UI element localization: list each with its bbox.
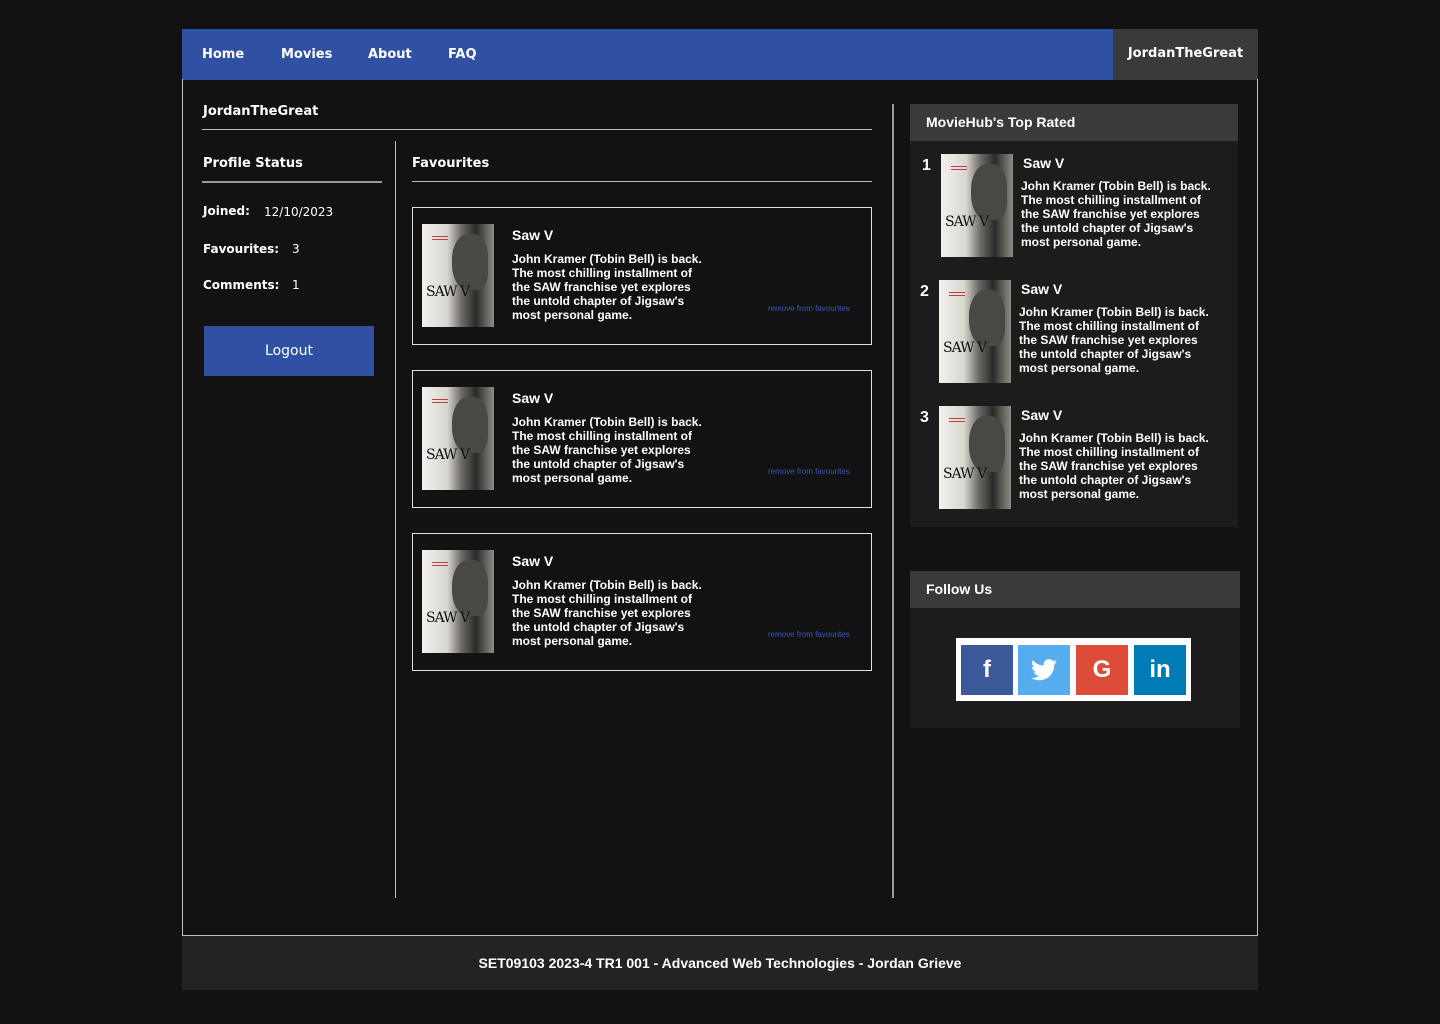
favourite-card: SAW V Saw V John Kramer (Tobin Bell) is … [412, 207, 872, 345]
rank-number: 2 [920, 283, 929, 300]
favourites-count-value: 3 [292, 242, 300, 256]
poster-logo: SAW V [943, 340, 987, 356]
nav-faq-link[interactable]: FAQ [448, 47, 477, 62]
profile-status-title: Profile Status [203, 156, 303, 171]
divider [412, 181, 872, 182]
google-icon[interactable]: G [1076, 645, 1128, 695]
movie-description: John Kramer (Tobin Bell) is back. The mo… [512, 252, 702, 322]
column-divider [892, 104, 894, 898]
poster-credits [432, 236, 448, 242]
comments-count-value: 1 [292, 278, 300, 292]
nav-about-link[interactable]: About [368, 47, 412, 62]
nav-home-link[interactable]: Home [202, 47, 244, 62]
movie-description: John Kramer (Tobin Bell) is back. The mo… [512, 415, 702, 485]
poster-credits [949, 292, 965, 298]
top-navbar: Home Movies About FAQ JordanTheGreat [182, 29, 1258, 80]
poster-figure [971, 164, 1007, 220]
movie-description: John Kramer (Tobin Bell) is back. The mo… [1019, 305, 1209, 375]
movie-title[interactable]: Saw V [512, 553, 553, 569]
movie-title[interactable]: Saw V [1021, 407, 1062, 423]
poster-logo: SAW V [426, 447, 470, 463]
movie-description: John Kramer (Tobin Bell) is back. The mo… [1019, 431, 1209, 501]
movie-description: John Kramer (Tobin Bell) is back. The mo… [512, 578, 702, 648]
footer-credits: SET09103 2023-4 TR1 001 - Advanced Web T… [182, 936, 1258, 990]
facebook-icon[interactable]: f [961, 645, 1013, 695]
nav-user-menu[interactable]: JordanTheGreat [1113, 29, 1258, 80]
social-links: f G in [956, 638, 1191, 701]
poster-logo: SAW V [426, 610, 470, 626]
poster-credits [949, 418, 965, 424]
movie-poster[interactable]: SAW V [422, 550, 494, 653]
follow-us-title: Follow Us [910, 571, 1240, 608]
joined-label: Joined: [203, 204, 250, 218]
poster-logo: SAW V [943, 466, 987, 482]
movie-title[interactable]: Saw V [1021, 281, 1062, 297]
rank-number: 1 [922, 157, 931, 174]
movie-title[interactable]: Saw V [512, 227, 553, 243]
movie-description: John Kramer (Tobin Bell) is back. The mo… [1021, 179, 1211, 249]
column-divider [395, 141, 396, 898]
favourite-card: SAW V Saw V John Kramer (Tobin Bell) is … [412, 370, 872, 508]
movie-poster[interactable]: SAW V [422, 224, 494, 327]
poster-credits [432, 562, 448, 568]
poster-logo: SAW V [426, 284, 470, 300]
poster-figure [452, 234, 488, 290]
movie-poster[interactable]: SAW V [422, 387, 494, 490]
profile-username: JordanTheGreat [203, 104, 319, 119]
poster-logo: SAW V [945, 214, 989, 230]
joined-value: 12/10/2023 [264, 205, 334, 219]
comments-count-label: Comments: [203, 278, 280, 292]
remove-favourite-link[interactable]: remove from favourites [768, 467, 850, 476]
poster-figure [452, 560, 488, 616]
remove-favourite-link[interactable]: remove from favourites [768, 304, 850, 313]
divider [202, 181, 382, 183]
rank-number: 3 [920, 409, 929, 426]
remove-favourite-link[interactable]: remove from favourites [768, 630, 850, 639]
nav-movies-link[interactable]: Movies [281, 47, 332, 62]
top-rated-title: MovieHub's Top Rated [910, 104, 1238, 141]
twitter-bird-icon [1031, 659, 1057, 681]
favourites-count-label: Favourites: [203, 242, 280, 256]
poster-credits [951, 166, 967, 172]
twitter-icon[interactable] [1018, 645, 1070, 695]
linkedin-icon[interactable]: in [1134, 645, 1186, 695]
movie-title[interactable]: Saw V [512, 390, 553, 406]
poster-figure [969, 416, 1005, 472]
movie-poster[interactable]: SAW V [939, 406, 1011, 509]
movie-poster[interactable]: SAW V [941, 154, 1013, 257]
poster-figure [969, 290, 1005, 346]
movie-poster[interactable]: SAW V [939, 280, 1011, 383]
divider [202, 129, 872, 130]
favourite-card: SAW V Saw V John Kramer (Tobin Bell) is … [412, 533, 872, 671]
poster-credits [432, 399, 448, 405]
movie-title[interactable]: Saw V [1023, 155, 1064, 171]
logout-button[interactable]: Logout [204, 326, 374, 376]
poster-figure [452, 397, 488, 453]
top-rated-panel: MovieHub's Top Rated 1 SAW V Saw V John … [910, 104, 1238, 527]
favourites-title: Favourites [412, 156, 490, 171]
